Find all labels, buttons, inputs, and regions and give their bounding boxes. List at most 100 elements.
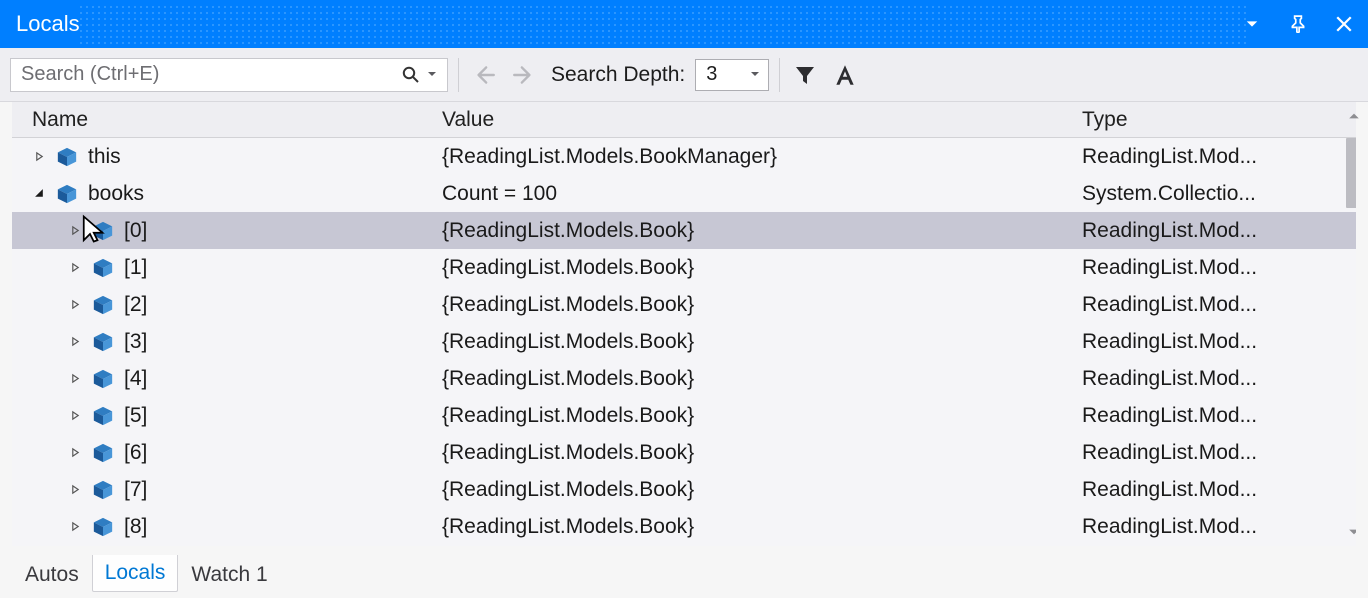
- cell-name: this: [12, 145, 442, 169]
- cell-type: System.Collectio...: [1082, 182, 1356, 206]
- column-header-name[interactable]: Name: [32, 108, 442, 132]
- scroll-up-icon[interactable]: [1344, 102, 1364, 122]
- table-row[interactable]: [7] {ReadingList.Models.Book} ReadingLis…: [12, 471, 1356, 508]
- table-row[interactable]: books Count = 100 System.Collectio...: [12, 175, 1356, 212]
- pin-icon[interactable]: [1286, 12, 1310, 36]
- cell-name: [2]: [12, 293, 442, 317]
- cell-name: [4]: [12, 367, 442, 391]
- expander-collapsed-icon[interactable]: [68, 447, 82, 458]
- table-row[interactable]: [6] {ReadingList.Models.Book} ReadingLis…: [12, 434, 1356, 471]
- cell-name: [6]: [12, 441, 442, 465]
- table-row[interactable]: [1] {ReadingList.Models.Book} ReadingLis…: [12, 249, 1356, 286]
- variable-name: [8]: [124, 515, 147, 539]
- cell-name: books: [12, 182, 442, 206]
- expander-collapsed-icon[interactable]: [68, 484, 82, 495]
- expander-collapsed-icon[interactable]: [68, 521, 82, 532]
- variable-name: [7]: [124, 478, 147, 502]
- cell-name: [8]: [12, 515, 442, 539]
- nav-forward-button[interactable]: [509, 60, 539, 90]
- window-title: Locals: [16, 11, 80, 37]
- cell-type: ReadingList.Mod...: [1082, 515, 1356, 539]
- toolbar-separator: [458, 58, 459, 92]
- cell-type: ReadingList.Mod...: [1082, 256, 1356, 280]
- cell-value: {ReadingList.Models.Book}: [442, 404, 1082, 428]
- cell-type: ReadingList.Mod...: [1082, 293, 1356, 317]
- cell-type: ReadingList.Mod...: [1082, 145, 1356, 169]
- table-row[interactable]: this {ReadingList.Models.BookManager} Re…: [12, 138, 1356, 175]
- cell-name: [5]: [12, 404, 442, 428]
- scroll-down-icon[interactable]: [1344, 526, 1356, 546]
- object-icon: [92, 331, 114, 353]
- expander-collapsed-icon[interactable]: [32, 151, 46, 162]
- object-icon: [92, 294, 114, 316]
- cell-type: ReadingList.Mod...: [1082, 404, 1356, 428]
- object-icon: [56, 146, 78, 168]
- variable-name: [1]: [124, 256, 147, 280]
- column-header-type[interactable]: Type: [1082, 108, 1356, 132]
- search-depth-label: Search Depth:: [551, 63, 685, 87]
- expander-collapsed-icon[interactable]: [68, 262, 82, 273]
- cell-value: {ReadingList.Models.Book}: [442, 256, 1082, 280]
- variable-name: [5]: [124, 404, 147, 428]
- cell-value: {ReadingList.Models.Book}: [442, 515, 1082, 539]
- search-depth-value: 3: [706, 63, 717, 86]
- tab-watch1[interactable]: Watch 1: [178, 556, 280, 594]
- window-menu-dropdown-icon[interactable]: [1240, 12, 1264, 36]
- variable-name: this: [88, 145, 121, 169]
- expander-expanded-icon[interactable]: [32, 188, 46, 199]
- grid-body: this {ReadingList.Models.BookManager} Re…: [12, 138, 1356, 546]
- titlebar-decoration: [78, 2, 1246, 46]
- expander-collapsed-icon[interactable]: [68, 410, 82, 421]
- cell-value: {ReadingList.Models.Book}: [442, 441, 1082, 465]
- object-icon: [92, 220, 114, 242]
- cell-name: [0]: [12, 219, 442, 243]
- search-input[interactable]: [21, 63, 401, 86]
- object-icon: [92, 479, 114, 501]
- variable-name: [6]: [124, 441, 147, 465]
- table-row[interactable]: [8] {ReadingList.Models.Book} ReadingLis…: [12, 508, 1356, 545]
- table-row[interactable]: [0] {ReadingList.Models.Book} ReadingLis…: [12, 212, 1356, 249]
- search-box[interactable]: [10, 58, 448, 92]
- search-depth-select[interactable]: 3: [695, 59, 769, 91]
- nav-back-button[interactable]: [469, 60, 499, 90]
- table-row[interactable]: [4] {ReadingList.Models.Book} ReadingLis…: [12, 360, 1356, 397]
- tab-locals[interactable]: Locals: [92, 555, 179, 592]
- cell-value: {ReadingList.Models.Book}: [442, 330, 1082, 354]
- cell-value: Count = 100: [442, 182, 1082, 206]
- expander-collapsed-icon[interactable]: [68, 373, 82, 384]
- table-row[interactable]: [2] {ReadingList.Models.Book} ReadingLis…: [12, 286, 1356, 323]
- cell-name: [1]: [12, 256, 442, 280]
- variable-name: [3]: [124, 330, 147, 354]
- table-row[interactable]: [3] {ReadingList.Models.Book} ReadingLis…: [12, 323, 1356, 360]
- toolbar-separator: [779, 58, 780, 92]
- grid-header: Name Value Type: [12, 102, 1356, 138]
- window-titlebar: Locals: [0, 0, 1368, 48]
- text-style-icon[interactable]: [830, 60, 860, 90]
- variable-name: [4]: [124, 367, 147, 391]
- expander-collapsed-icon[interactable]: [68, 225, 82, 236]
- vertical-scrollbar-thumb[interactable]: [1346, 138, 1356, 208]
- cell-value: {ReadingList.Models.Book}: [442, 293, 1082, 317]
- close-icon[interactable]: [1332, 12, 1356, 36]
- object-icon: [92, 516, 114, 538]
- cell-value: {ReadingList.Models.Book}: [442, 219, 1082, 243]
- cell-name: [7]: [12, 478, 442, 502]
- cell-value: {ReadingList.Models.Book}: [442, 478, 1082, 502]
- table-row[interactable]: [5] {ReadingList.Models.Book} ReadingLis…: [12, 397, 1356, 434]
- cell-type: ReadingList.Mod...: [1082, 367, 1356, 391]
- search-dropdown-icon[interactable]: [423, 68, 441, 82]
- window-controls: [1240, 2, 1356, 46]
- expander-collapsed-icon[interactable]: [68, 299, 82, 310]
- variable-name: books: [88, 182, 144, 206]
- filter-icon[interactable]: [790, 60, 820, 90]
- column-header-value[interactable]: Value: [442, 108, 1082, 132]
- tab-autos[interactable]: Autos: [12, 556, 92, 594]
- object-icon: [92, 368, 114, 390]
- search-icon[interactable]: [401, 65, 421, 85]
- cell-value: {ReadingList.Models.BookManager}: [442, 145, 1082, 169]
- cell-type: ReadingList.Mod...: [1082, 330, 1356, 354]
- chevron-down-icon: [750, 68, 760, 82]
- object-icon: [92, 405, 114, 427]
- variable-name: [2]: [124, 293, 147, 317]
- expander-collapsed-icon[interactable]: [68, 336, 82, 347]
